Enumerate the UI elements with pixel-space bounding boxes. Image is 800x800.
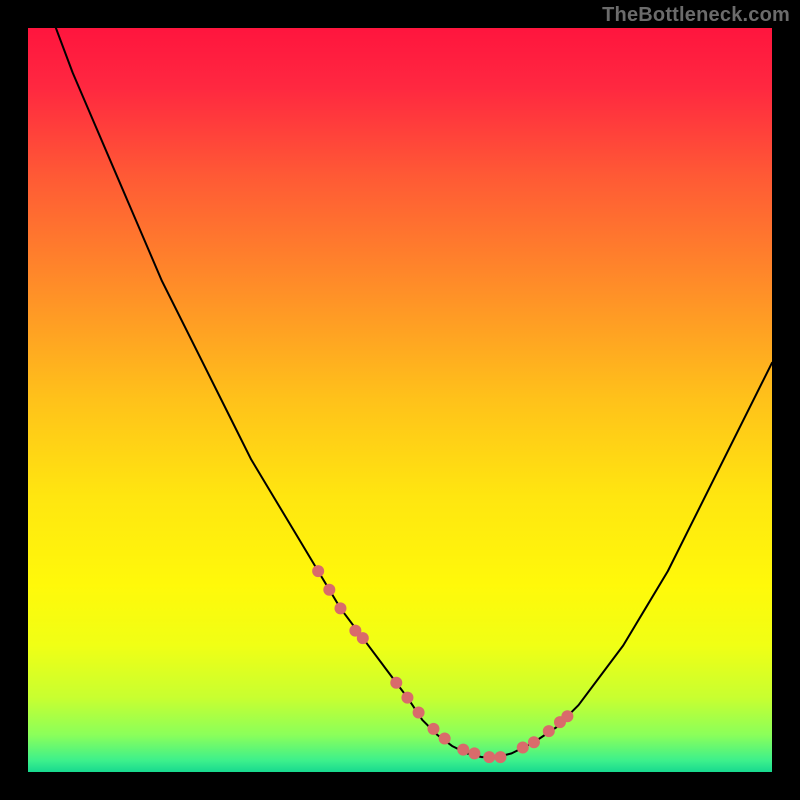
plot-area bbox=[28, 28, 772, 772]
marker-dot bbox=[413, 706, 425, 718]
marker-dot bbox=[561, 710, 573, 722]
marker-dot bbox=[357, 632, 369, 644]
marker-dot bbox=[468, 747, 480, 759]
gradient-background bbox=[28, 28, 772, 772]
marker-dot bbox=[312, 565, 324, 577]
marker-dot bbox=[457, 744, 469, 756]
marker-dot bbox=[517, 741, 529, 753]
bottleneck-chart bbox=[28, 28, 772, 772]
marker-dot bbox=[390, 677, 402, 689]
marker-dot bbox=[401, 692, 413, 704]
marker-dot bbox=[439, 733, 451, 745]
marker-dot bbox=[528, 736, 540, 748]
marker-dot bbox=[543, 725, 555, 737]
chart-frame: TheBottleneck.com bbox=[0, 0, 800, 800]
marker-dot bbox=[494, 751, 506, 763]
watermark-text: TheBottleneck.com bbox=[602, 4, 790, 27]
marker-dot bbox=[323, 584, 335, 596]
marker-dot bbox=[334, 602, 346, 614]
marker-dot bbox=[483, 751, 495, 763]
marker-dot bbox=[427, 723, 439, 735]
